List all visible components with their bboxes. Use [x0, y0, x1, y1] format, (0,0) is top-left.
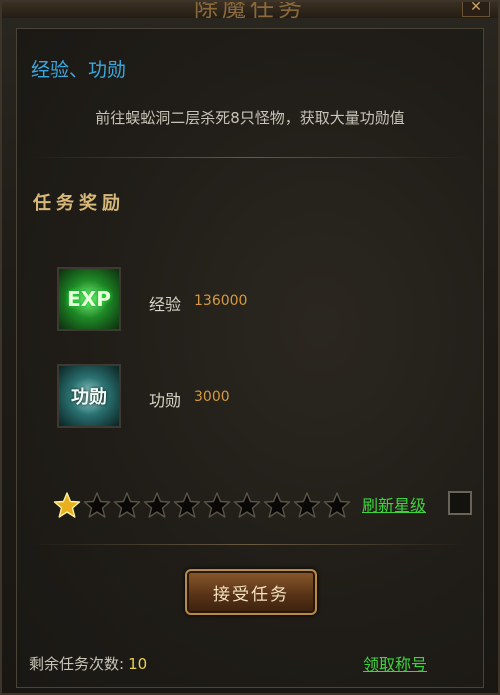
rewards-section-title: 任务奖励 — [33, 193, 125, 214]
remaining-label: 剩余任务次数: — [29, 655, 125, 673]
star-empty-icon — [263, 492, 291, 518]
exp-icon: EXP — [57, 267, 121, 331]
close-button[interactable]: ✕ — [462, 2, 490, 17]
star-empty-icon — [293, 492, 321, 518]
star-empty-icon — [323, 492, 351, 518]
quest-name: 经验、功勋 — [31, 59, 127, 81]
quest-window: 除魔任务 ✕ 经验、功勋 前往蜈蚣洞二层杀死8只怪物，获取大量功勋值 任务奖励 … — [0, 0, 500, 695]
accept-quest-button[interactable]: 接受任务 — [185, 569, 317, 615]
star-empty-icon — [203, 492, 231, 518]
refresh-stars-link[interactable]: 刷新星级 — [362, 492, 426, 516]
merit-icon-text: 功勋 — [71, 387, 107, 408]
close-icon: ✕ — [470, 2, 482, 15]
reward-value-merit: 3000 — [194, 389, 230, 405]
merit-icon: 功勋 — [57, 364, 121, 428]
window-title: 除魔任务 — [194, 2, 306, 18]
star-empty-icon — [173, 492, 201, 518]
quest-description: 前往蜈蚣洞二层杀死8只怪物，获取大量功勋值 — [95, 109, 405, 127]
title-bar: 除魔任务 ✕ — [2, 2, 498, 18]
divider — [31, 157, 469, 158]
remaining-count-row: 剩余任务次数: 10 — [29, 653, 147, 674]
exp-icon-text: EXP — [67, 287, 111, 311]
star-empty-icon — [143, 492, 171, 518]
reward-label-merit: 功勋 — [149, 391, 182, 410]
divider — [31, 544, 469, 545]
refresh-checkbox[interactable] — [448, 491, 472, 515]
claim-title-link[interactable]: 领取称号 — [363, 651, 427, 675]
star-rating — [53, 491, 351, 519]
reward-value-exp: 136000 — [194, 293, 248, 309]
star-empty-icon — [113, 492, 141, 518]
quest-panel: 经验、功勋 前往蜈蚣洞二层杀死8只怪物，获取大量功勋值 任务奖励 EXP 经验 … — [16, 28, 484, 688]
remaining-count: 10 — [128, 655, 148, 673]
reward-label-exp: 经验 — [149, 295, 182, 314]
star-empty-icon — [83, 492, 111, 518]
star-empty-icon — [233, 492, 261, 518]
star-filled-icon — [53, 492, 81, 518]
accept-quest-label: 接受任务 — [213, 584, 289, 605]
